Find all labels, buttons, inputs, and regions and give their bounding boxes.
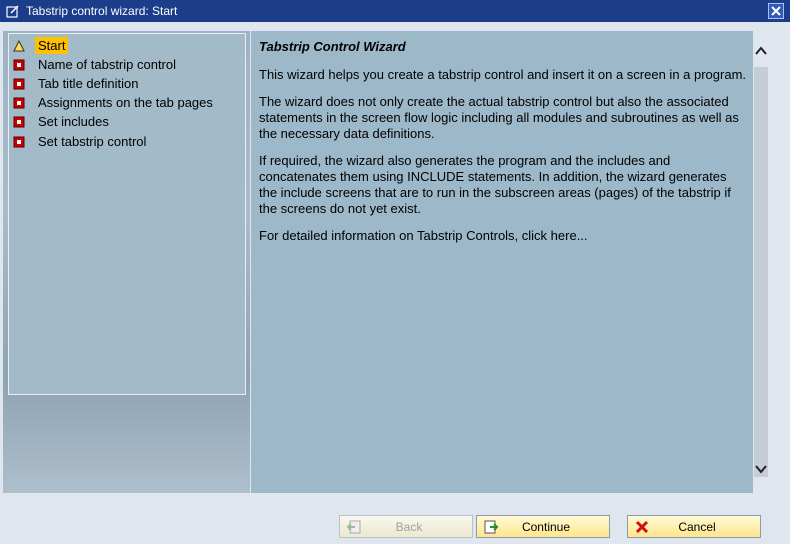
scroll-track[interactable] (754, 67, 768, 477)
description-paragraph: The wizard does not only create the actu… (259, 94, 739, 141)
back-button[interactable]: Back (339, 515, 473, 538)
back-label: Back (395, 519, 423, 534)
content-heading: Tabstrip Control Wizard (259, 39, 406, 54)
step-label: Assignments on the tab pages (38, 95, 213, 110)
step-label: Name of tabstrip control (38, 57, 177, 72)
step-label: Tab title definition (38, 76, 139, 91)
step-label: Set tabstrip control (38, 134, 147, 149)
close-icon[interactable] (768, 3, 784, 19)
steps-tree: Start Name of tabstrip control Tab title… (8, 33, 246, 395)
help-link[interactable]: For detailed information on Tabstrip Con… (259, 228, 747, 244)
wizard-window: Tabstrip control wizard: Start Start Nam… (0, 0, 790, 544)
content-text: Tabstrip Control Wizard This wizard help… (259, 39, 747, 255)
steps-pane: Start Name of tabstrip control Tab title… (3, 31, 250, 493)
step-set-tabstrip[interactable]: Set tabstrip control (9, 132, 245, 151)
intro-paragraph: This wizard helps you create a tabstrip … (259, 67, 747, 82)
back-arrow-icon (346, 519, 362, 535)
continue-arrow-icon (483, 519, 499, 535)
cancel-label: Cancel (678, 519, 716, 534)
step-assignments[interactable]: Assignments on the tab pages (9, 93, 245, 112)
window-title: Tabstrip control wizard: Start (26, 4, 178, 18)
step-start[interactable]: Start (9, 36, 245, 55)
content-pane: Tabstrip Control Wizard This wizard help… (251, 31, 753, 493)
include-paragraph: If required, the wizard also generates t… (259, 153, 731, 216)
continue-label: Continue (521, 519, 571, 534)
step-set-includes[interactable]: Set includes (9, 112, 245, 131)
step-pending-icon (13, 78, 25, 90)
continue-button[interactable]: Continue (476, 515, 610, 538)
step-name-of-tabstrip[interactable]: Name of tabstrip control (9, 55, 245, 74)
edit-window-icon (6, 4, 20, 18)
warning-triangle-icon (13, 39, 25, 52)
cancel-x-icon (634, 519, 650, 535)
step-label: Start (35, 37, 69, 54)
step-label: Set includes (38, 114, 109, 129)
step-pending-icon (13, 59, 25, 71)
scroll-down-icon[interactable] (753, 461, 769, 477)
scroll-up-icon[interactable] (753, 43, 769, 59)
vertical-scrollbar[interactable] (753, 31, 769, 493)
title-bar: Tabstrip control wizard: Start (0, 0, 790, 22)
cancel-button[interactable]: Cancel (627, 515, 761, 538)
step-pending-icon (13, 97, 25, 109)
step-pending-icon (13, 116, 25, 128)
step-tab-title[interactable]: Tab title definition (9, 74, 245, 93)
step-pending-icon (13, 136, 25, 148)
